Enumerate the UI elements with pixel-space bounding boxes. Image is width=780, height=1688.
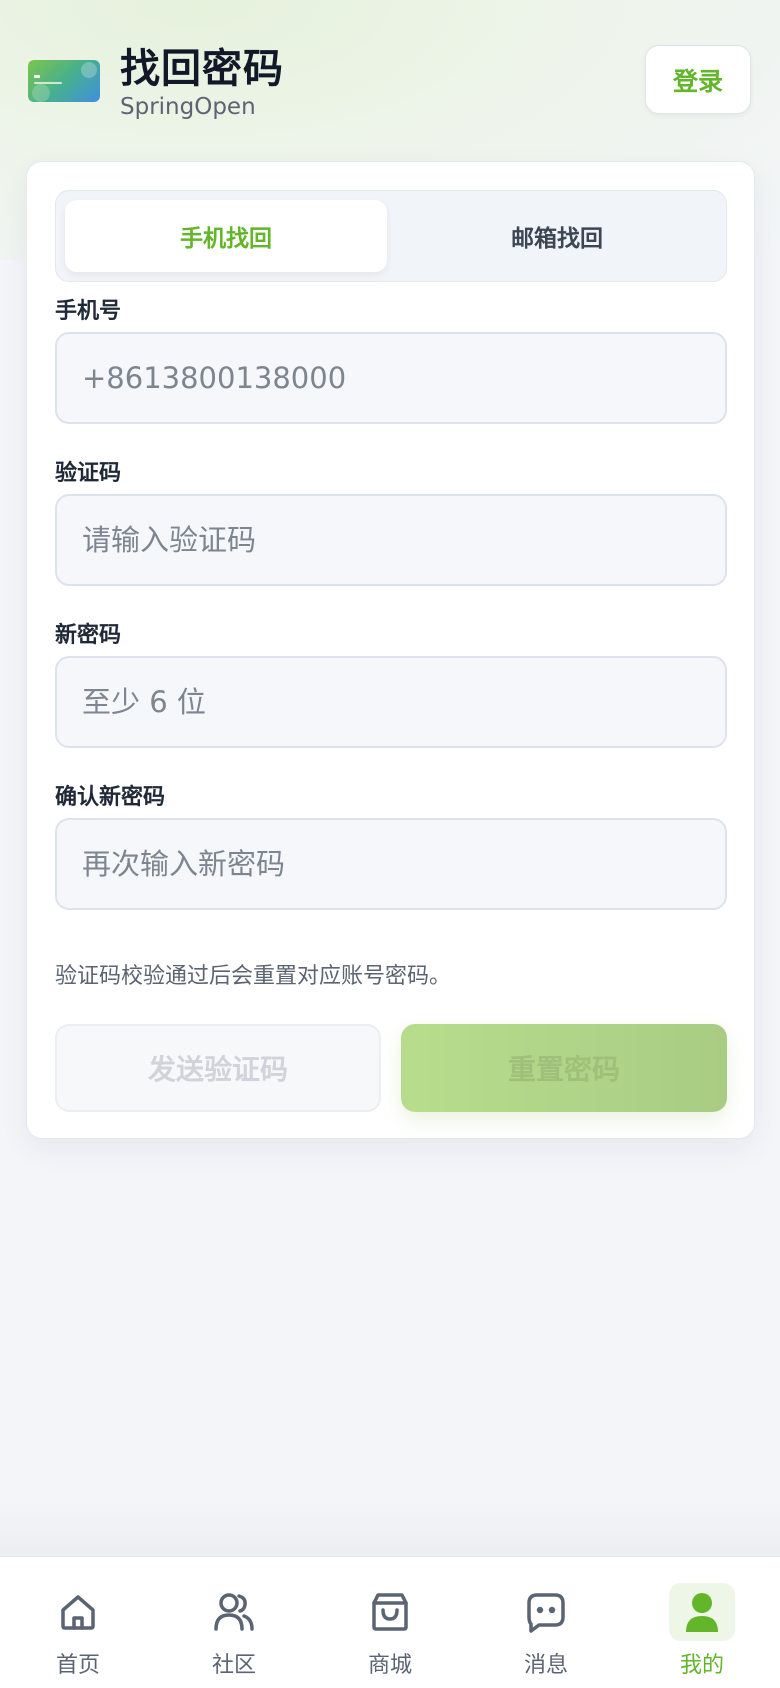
reset-password-card: 手机找回 邮箱找回 手机号 验证码 新密码 确认新密码 验证码校验通过后会重置对… (26, 161, 755, 1139)
app-name: SpringOpen (120, 94, 256, 120)
users-icon (201, 1583, 267, 1641)
phone-input[interactable] (57, 334, 725, 422)
tabbar-item-messages[interactable]: 消息 (468, 1557, 624, 1688)
confirm-password-field (55, 818, 727, 910)
header: 找回密码 SpringOpen 登录 (0, 0, 780, 160)
tabbar-item-me[interactable]: 我的 (624, 1557, 780, 1688)
home-icon (45, 1583, 111, 1641)
confirm-password-input[interactable] (57, 820, 725, 908)
user-icon (669, 1583, 735, 1641)
login-button[interactable]: 登录 (645, 45, 751, 114)
recovery-method-tabs: 手机找回 邮箱找回 (55, 190, 727, 282)
reset-hint-text: 验证码校验通过后会重置对应账号密码。 (55, 964, 452, 989)
code-field (55, 494, 727, 586)
app-logo (28, 60, 100, 102)
bottom-fade (0, 1500, 780, 1556)
shopping-bag-icon (357, 1583, 423, 1641)
tabbar-item-home[interactable]: 首页 (0, 1557, 156, 1688)
bottom-tab-bar: 首页 社区 商城 消息 我的 (0, 1556, 780, 1688)
tab-email-recovery[interactable]: 邮箱找回 (396, 200, 718, 272)
page-title: 找回密码 (120, 46, 284, 92)
phone-label: 手机号 (55, 299, 122, 324)
phone-field (55, 332, 727, 424)
tabbar-label: 商城 (367, 1653, 412, 1678)
tabbar-item-shop[interactable]: 商城 (312, 1557, 468, 1688)
tabbar-item-community[interactable]: 社区 (156, 1557, 312, 1688)
confirm-password-label: 确认新密码 (55, 785, 166, 810)
reset-password-button[interactable]: 重置密码 (401, 1024, 727, 1112)
send-code-button[interactable]: 发送验证码 (55, 1024, 381, 1112)
tabbar-label: 消息 (523, 1653, 568, 1678)
tabbar-label: 首页 (55, 1653, 100, 1678)
tab-phone-recovery[interactable]: 手机找回 (65, 200, 387, 272)
new-password-input[interactable] (57, 658, 725, 746)
code-label: 验证码 (55, 461, 122, 486)
new-password-field (55, 656, 727, 748)
code-input[interactable] (57, 496, 725, 584)
tabbar-label: 我的 (679, 1653, 724, 1678)
new-password-label: 新密码 (55, 623, 122, 648)
message-icon (513, 1583, 579, 1641)
tabbar-label: 社区 (211, 1653, 256, 1678)
